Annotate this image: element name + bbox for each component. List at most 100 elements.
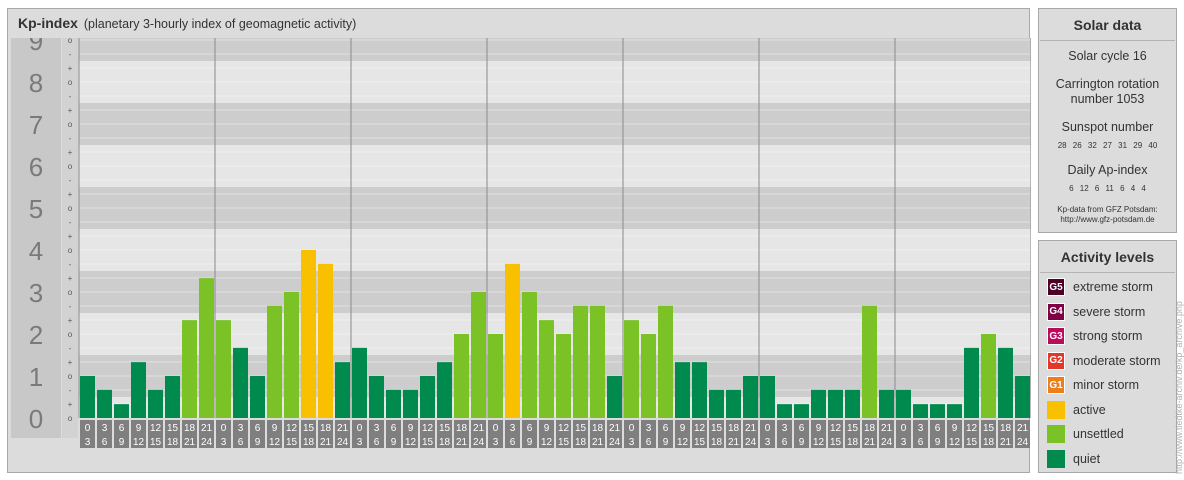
- hour-label-start: 21: [1017, 423, 1029, 434]
- kp-bar: [301, 250, 316, 418]
- y-minor-tick-label: +: [68, 400, 73, 409]
- hour-label-start: 21: [201, 423, 213, 434]
- hour-label-start: 0: [357, 423, 363, 434]
- hour-label-end: 24: [609, 437, 621, 448]
- kp-bar: [879, 389, 894, 418]
- hour-label-start: 0: [85, 423, 91, 434]
- kp-bar: [709, 389, 724, 418]
- hour-label-end: 12: [541, 437, 553, 448]
- hour-label-end: 6: [646, 437, 652, 448]
- hour-label-start: 3: [646, 423, 652, 434]
- y-minor-tick-label: +: [68, 190, 73, 199]
- archive-credit-vertical[interactable]: http://www.tiedtke-archiv.de/kp_archive.…: [1174, 301, 1184, 474]
- kp-bar: [913, 404, 928, 418]
- level-moderate-storm: G2 moderate storm: [1047, 351, 1161, 371]
- hour-label-end: 21: [1000, 437, 1012, 448]
- kp-bar: [743, 376, 758, 418]
- kp-bar: [556, 334, 571, 418]
- hour-label-end: 18: [575, 437, 587, 448]
- level-swatch-g1: G1: [1047, 376, 1065, 394]
- kp-bar: [454, 334, 469, 418]
- hour-label-start: 12: [694, 423, 706, 434]
- hour-label-start: 15: [575, 423, 587, 434]
- kp-bar: [675, 362, 690, 418]
- kp-bar: [114, 404, 129, 418]
- y-minor-tick-label: -: [69, 134, 72, 143]
- hour-label-start: 15: [847, 423, 859, 434]
- y-minor-tick-label: +: [68, 148, 73, 157]
- kp-bar: [420, 376, 435, 418]
- y-tick-label: 2: [29, 320, 43, 350]
- hour-label-end: 18: [983, 437, 995, 448]
- kp-bar: [607, 376, 622, 418]
- kp-bar: [80, 376, 95, 418]
- hour-label-end: 15: [286, 437, 298, 448]
- kp-bar: [896, 389, 911, 418]
- hour-label-end: 21: [728, 437, 740, 448]
- y-minor-tick-label: o: [68, 162, 73, 171]
- hour-label-end: 9: [391, 437, 397, 448]
- kp-bar: [981, 334, 996, 418]
- hour-label-end: 15: [966, 437, 978, 448]
- y-tick-label: 9: [29, 38, 43, 56]
- hour-label-end: 24: [473, 437, 485, 448]
- y-minor-tick-label: -: [69, 218, 72, 227]
- y-minor-tick-label: -: [69, 386, 72, 395]
- level-minor-storm: G1 minor storm: [1047, 375, 1139, 395]
- day-label: 19 Jun 1932: [114, 38, 180, 39]
- kp-bar: [590, 305, 605, 418]
- hour-label-start: 18: [1000, 423, 1012, 434]
- gfz-credit-line1: Kp-data from GFZ Potsdam:: [1057, 205, 1158, 214]
- y-tick-label: 8: [29, 68, 43, 98]
- y-minor-tick-label: -: [69, 302, 72, 311]
- gfz-credit-link[interactable]: http://www.gfz-potsdam.de: [1039, 215, 1176, 225]
- hour-label-end: 18: [439, 437, 451, 448]
- kp-bar: [505, 263, 520, 418]
- level-strong-storm: G3 strong storm: [1047, 326, 1142, 346]
- kp-bar: [284, 292, 299, 418]
- level-label: moderate storm: [1073, 353, 1161, 368]
- y-tick-label: 0: [29, 404, 43, 434]
- hour-label-start: 15: [439, 423, 451, 434]
- kp-bar: [777, 404, 792, 418]
- hour-label-start: 21: [745, 423, 757, 434]
- level-label: active: [1073, 402, 1106, 417]
- y-tick-label: 1: [29, 362, 43, 392]
- hour-label-start: 18: [456, 423, 468, 434]
- hour-label-start: 3: [510, 423, 516, 434]
- level-extreme-storm: G5 extreme storm: [1047, 277, 1153, 297]
- kp-bar: [573, 305, 588, 418]
- hour-label-start: 12: [422, 423, 434, 434]
- kp-chart: 19 Jun 1932 20 Jun 1932 21 Jun 1932 22 Jun …: [11, 38, 1031, 448]
- hour-label-end: 9: [799, 437, 805, 448]
- hour-label-start: 18: [728, 423, 740, 434]
- kp-bar: [658, 305, 673, 418]
- hour-label-end: 18: [167, 437, 179, 448]
- activity-levels-title: Activity levels: [1040, 241, 1175, 273]
- hour-label-start: 18: [592, 423, 604, 434]
- kp-bar: [726, 389, 741, 418]
- hour-label-end: 9: [119, 437, 125, 448]
- hour-label-end: 24: [201, 437, 213, 448]
- level-swatch-unsettled: [1047, 425, 1065, 443]
- y-minor-tick-label: o: [68, 330, 73, 339]
- hour-label-start: 12: [286, 423, 298, 434]
- solar-data-title: Solar data: [1040, 9, 1175, 41]
- y-minor-tick-label: o: [68, 414, 73, 423]
- hour-label-start: 0: [901, 423, 907, 434]
- y-minor-tick-label: +: [68, 358, 73, 367]
- hour-label-start: 21: [473, 423, 485, 434]
- hour-label-end: 15: [830, 437, 842, 448]
- carrington-line2: number 1053: [1070, 92, 1145, 106]
- level-quiet: quiet: [1047, 449, 1100, 469]
- hour-label-end: 15: [422, 437, 434, 448]
- level-unsettled: unsettled: [1047, 424, 1124, 444]
- hour-label-end: 24: [881, 437, 893, 448]
- hour-label-start: 12: [150, 423, 162, 434]
- hour-label-end: 12: [949, 437, 961, 448]
- y-minor-tick-label: o: [68, 204, 73, 213]
- level-label: severe storm: [1073, 304, 1146, 319]
- chart-subtitle: (planetary 3-hourly index of geomagnetic…: [83, 17, 357, 31]
- hour-label-start: 21: [337, 423, 349, 434]
- kp-bar: [828, 389, 843, 418]
